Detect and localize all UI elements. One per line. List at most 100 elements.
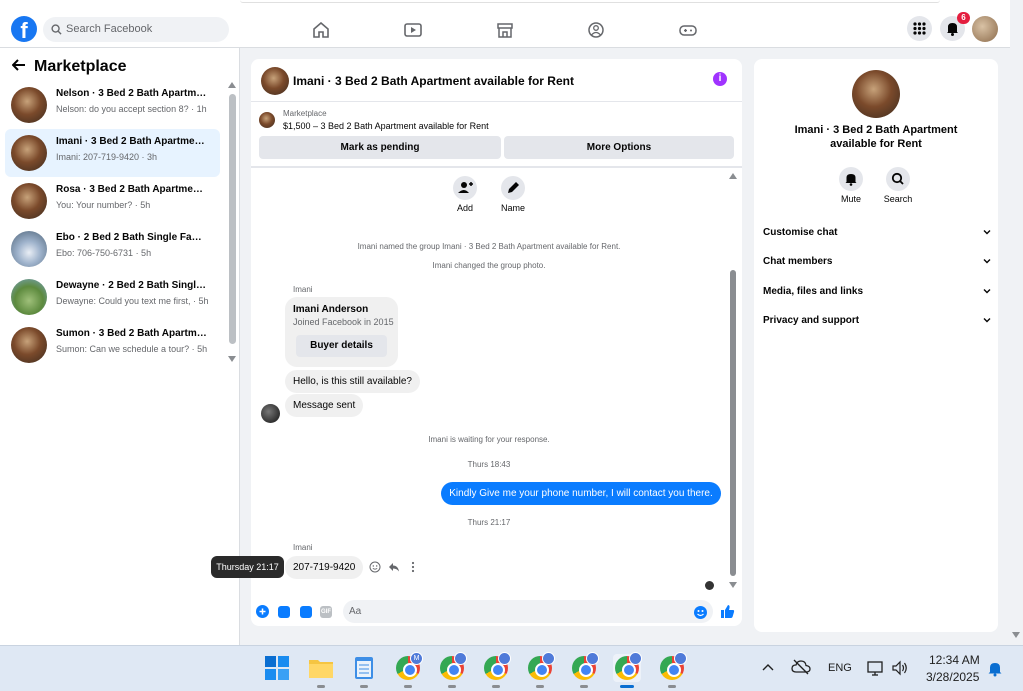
conversation-item[interactable]: Nelson · 3 Bed 2 Bath Apartme... Nelson:… xyxy=(5,81,220,129)
marketplace-label: Marketplace xyxy=(283,109,327,118)
photo-icon[interactable] xyxy=(278,606,290,618)
cloud-offline-icon[interactable] xyxy=(791,659,811,675)
conversation-preview: Nelson: do you accept section 8? · 1h xyxy=(56,104,207,114)
language-indicator[interactable]: ENG xyxy=(828,662,852,674)
scroll-down-icon[interactable] xyxy=(1012,632,1020,638)
incoming-message[interactable]: Message sent xyxy=(285,394,364,417)
section-label: Media, files and links xyxy=(763,286,864,297)
react-emoji-icon[interactable] xyxy=(369,561,381,573)
profile-avatar[interactable] xyxy=(972,16,998,42)
menu-button[interactable] xyxy=(907,16,932,41)
emoji-icon[interactable] xyxy=(694,606,707,619)
chrome-app[interactable] xyxy=(438,652,467,688)
avatar xyxy=(11,231,47,267)
chat-panel: Imani · 3 Bed 2 Bath Apartment available… xyxy=(251,59,742,626)
notification-bell-icon[interactable] xyxy=(987,660,1003,677)
scroll-down-icon[interactable] xyxy=(729,582,737,588)
media-files-links-section[interactable]: Media, files and links xyxy=(763,286,991,297)
timestamp: Thurs 18:43 xyxy=(467,460,511,469)
chat-members-section[interactable]: Chat members xyxy=(763,256,991,267)
profile-badge-icon xyxy=(498,652,511,665)
conversation-item[interactable]: Ebo · 2 Bed 2 Bath Single Famil... Ebo: … xyxy=(5,225,220,273)
add-person-icon xyxy=(458,182,473,193)
add-member-button[interactable] xyxy=(453,176,477,200)
like-thumb-icon[interactable] xyxy=(720,604,735,619)
volume-icon[interactable] xyxy=(891,660,909,676)
mute-label: Mute xyxy=(840,194,861,204)
running-indicator xyxy=(580,685,588,688)
privacy-support-section[interactable]: Privacy and support xyxy=(763,315,991,326)
home-icon[interactable] xyxy=(312,22,330,38)
chrome-app[interactable] xyxy=(658,652,687,688)
scrollbar-thumb[interactable] xyxy=(730,270,736,576)
chat-title[interactable]: Imani · 3 Bed 2 Bath Apartment available… xyxy=(293,74,574,88)
chevron-up-icon[interactable] xyxy=(762,662,774,672)
chrome-app[interactable] xyxy=(482,652,511,688)
message-input[interactable]: Aa xyxy=(343,600,713,623)
plus-circle-icon[interactable] xyxy=(256,605,269,618)
customise-chat-section[interactable]: Customise chat xyxy=(763,227,991,238)
facebook-logo-icon[interactable]: f xyxy=(11,16,37,42)
back-arrow-icon[interactable] xyxy=(11,59,26,71)
conversation-item[interactable]: Rosa · 3 Bed 2 Bath Apartment ... You: Y… xyxy=(5,177,220,225)
listing-thumbnail[interactable] xyxy=(259,112,275,128)
incoming-message[interactable]: Hello, is this still available? xyxy=(285,370,420,393)
chrome-app[interactable] xyxy=(570,652,599,688)
grid-menu-icon xyxy=(913,22,926,35)
start-button[interactable] xyxy=(263,654,291,682)
info-icon[interactable]: i xyxy=(713,72,727,86)
sidebar-title: Marketplace xyxy=(11,58,127,76)
buyer-details-button[interactable]: Buyer details xyxy=(296,335,387,357)
mute-button[interactable] xyxy=(839,167,863,191)
page-scrollbar[interactable] xyxy=(1010,48,1023,645)
clock-time[interactable]: 12:34 AM xyxy=(929,653,980,667)
outgoing-message[interactable]: Kindly Give me your phone number, I will… xyxy=(441,482,721,505)
active-indicator xyxy=(620,685,634,688)
chat-scrollbar[interactable] xyxy=(729,171,737,591)
chevron-down-icon xyxy=(983,230,991,235)
listing-title[interactable]: $1,500 – 3 Bed 2 Bath Apartment availabl… xyxy=(283,121,489,131)
chat-group-avatar[interactable] xyxy=(852,70,900,118)
name-chat-button[interactable] xyxy=(501,176,525,200)
reply-icon[interactable] xyxy=(388,561,400,573)
sticker-icon[interactable] xyxy=(300,606,312,618)
name-label: Name xyxy=(500,203,525,213)
notepad-icon xyxy=(355,657,373,679)
video-icon[interactable] xyxy=(404,22,422,38)
conversation-item-active[interactable]: Imani · 3 Bed 2 Bath Apartmen... Imani: … xyxy=(5,129,220,177)
mark-as-pending-button[interactable]: Mark as pending xyxy=(259,136,501,159)
groups-icon[interactable] xyxy=(587,22,605,38)
scroll-up-icon[interactable] xyxy=(228,82,236,88)
profile-badge: M xyxy=(410,652,423,665)
incoming-message[interactable]: 207-719-9420 xyxy=(285,556,364,579)
notepad-app[interactable] xyxy=(350,654,378,688)
gif-icon[interactable]: GIF xyxy=(320,606,332,618)
gaming-icon[interactable] xyxy=(679,22,697,38)
file-explorer-app[interactable] xyxy=(307,654,335,688)
chat-avatar[interactable] xyxy=(261,67,289,95)
top-strip xyxy=(240,0,940,3)
running-indicator xyxy=(360,685,368,688)
conversation-item[interactable]: Dewayne · 2 Bed 2 Bath Single ... Dewayn… xyxy=(5,273,220,321)
scroll-down-icon[interactable] xyxy=(228,356,236,362)
search-conversation-button[interactable] xyxy=(886,167,910,191)
more-options-icon[interactable] xyxy=(409,561,417,573)
chat-header: Imani · 3 Bed 2 Bath Apartment available… xyxy=(251,59,742,102)
sidebar-scrollbar[interactable] xyxy=(228,82,236,362)
profile-badge-icon xyxy=(454,652,467,665)
chrome-app[interactable] xyxy=(526,652,555,688)
chrome-app[interactable]: M xyxy=(394,652,423,688)
scroll-up-icon[interactable] xyxy=(729,173,737,179)
conversation-item[interactable]: Sumon · 3 Bed 2 Bath Apartme... Sumon: C… xyxy=(5,321,220,369)
chat-details-name: Imani · 3 Bed 2 Bath Apartment available… xyxy=(794,124,958,150)
running-indicator xyxy=(317,685,325,688)
clock-date[interactable]: 3/28/2025 xyxy=(926,670,979,684)
avatar xyxy=(11,279,47,315)
search-input[interactable]: Search Facebook xyxy=(43,17,229,42)
seen-avatar xyxy=(705,581,714,590)
more-options-button[interactable]: More Options xyxy=(504,136,734,159)
display-icon[interactable] xyxy=(867,659,885,677)
scrollbar-thumb[interactable] xyxy=(229,94,236,344)
marketplace-icon[interactable] xyxy=(496,22,514,38)
chrome-app-active[interactable] xyxy=(613,652,642,688)
